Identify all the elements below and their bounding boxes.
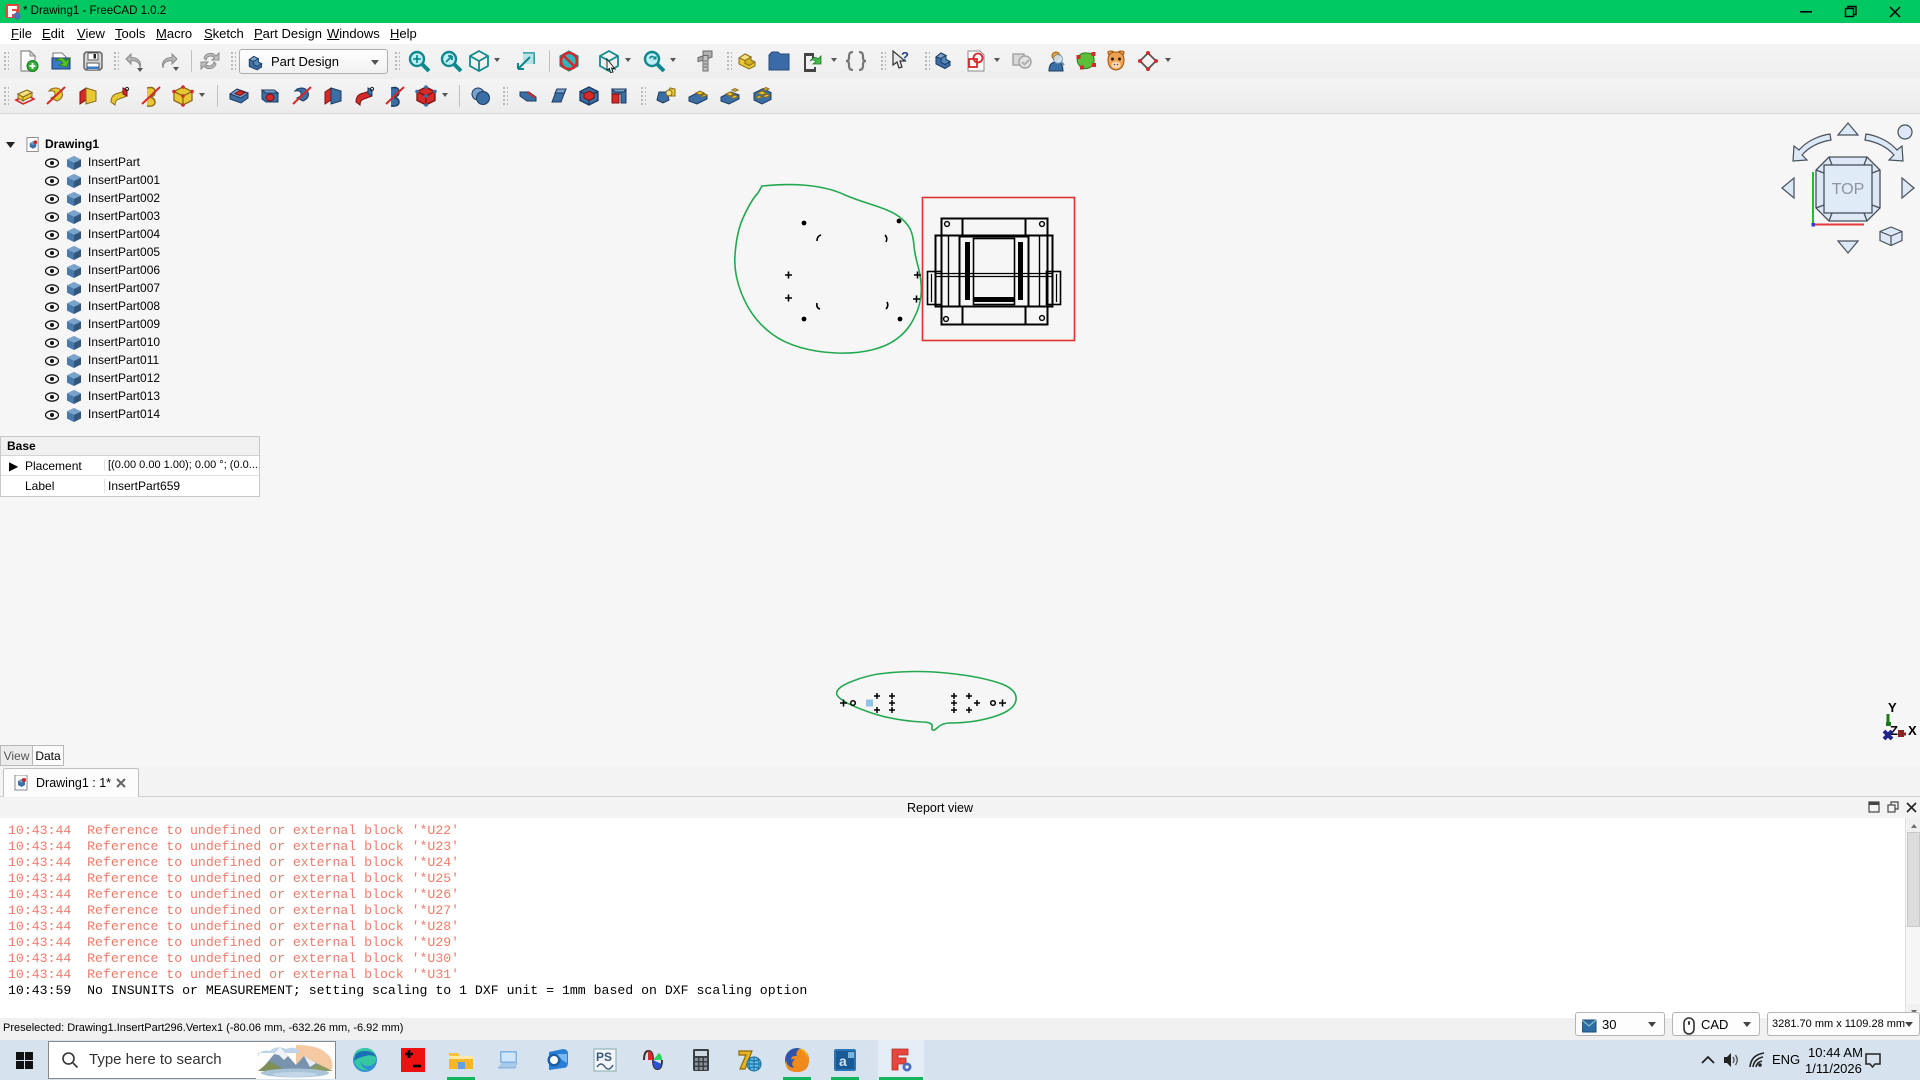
svg-text:?: ? [901, 49, 909, 64]
svg-text:Y: Y [1888, 700, 1897, 715]
svg-text:TOP: TOP [1832, 181, 1865, 198]
svg-text:X: X [1908, 723, 1917, 738]
svg-text:a: a [839, 1053, 847, 1069]
svg-text:PS: PS [596, 1050, 612, 1064]
